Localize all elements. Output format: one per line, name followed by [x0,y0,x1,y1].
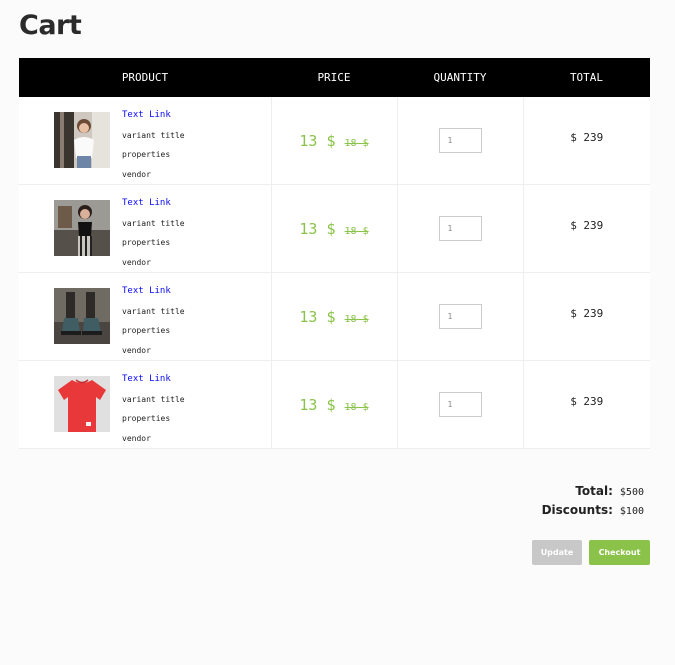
product-cell: Text Link variant title properties vendo… [19,97,272,185]
quantity-cell [397,184,524,273]
quantity-input[interactable] [438,216,482,241]
cart-summary: Total: $500 Discounts: $100 [542,480,644,518]
product-info: Text Link variant title properties vendo… [122,282,185,360]
product-properties: properties [122,150,171,159]
product-vendor: vendor [122,169,151,179]
price-old: 18 $ [344,137,369,149]
total-cell: $ 239 [523,360,650,449]
table-row: Text Link variant title properties vendo… [19,184,650,273]
variant-title: variant title [122,306,185,316]
quantity-cell [397,272,524,361]
total-cell: $ 239 [523,184,650,273]
price-current: 13 $ [299,131,336,150]
total-row: Total: $500 [542,480,644,499]
price-current: 13 $ [299,219,336,238]
variant-title: variant title [122,218,185,228]
table-header-row: PRODUCT PRICE QUANTITY TOTAL [19,58,650,97]
product-cell: Text Link variant title properties vendo… [19,360,272,449]
header-product: PRODUCT [19,58,271,97]
product-link[interactable]: Text Link [122,370,185,390]
cart-table: PRODUCT PRICE QUANTITY TOTAL Text Link v… [19,58,650,449]
product-info: Text Link variant title properties vendo… [122,370,185,448]
discounts-value: $100 [619,506,644,517]
quantity-cell [397,360,524,449]
product-image[interactable] [54,112,110,168]
page-title: Cart [19,10,82,41]
total-cell: $ 239 [523,272,650,361]
product-properties: properties [122,414,171,423]
header-quantity: QUANTITY [397,58,523,97]
product-image[interactable] [54,376,110,432]
header-total: TOTAL [523,58,650,97]
discounts-label: Discounts: [541,503,613,517]
total-label: Total: [575,484,613,498]
header-price: PRICE [271,58,397,97]
discounts-row: Discounts: $100 [542,499,644,518]
price-old: 18 $ [344,225,369,237]
price-old: 18 $ [344,401,369,413]
product-properties: properties [122,238,171,247]
price-cell: 13 $ 18 $ [271,360,398,449]
quantity-input[interactable] [438,304,482,329]
product-info: Text Link variant title properties vendo… [122,194,185,272]
table-row: Text Link variant title properties vendo… [19,360,650,449]
product-vendor: vendor [122,433,151,443]
line-total: $ 239 [570,131,604,144]
quantity-input[interactable] [438,392,482,417]
line-total: $ 239 [570,395,604,408]
product-link[interactable]: Text Link [122,106,185,126]
variant-title: variant title [122,130,185,140]
product-info: Text Link variant title properties vendo… [122,106,185,184]
price-current: 13 $ [299,307,336,326]
quantity-input[interactable] [438,128,482,153]
product-vendor: vendor [122,345,151,355]
table-row: Text Link variant title properties vendo… [19,97,650,185]
product-image[interactable] [54,200,110,256]
product-image[interactable] [54,288,110,344]
price-current: 13 $ [299,395,336,414]
product-link[interactable]: Text Link [122,194,185,214]
line-total: $ 239 [570,219,604,232]
line-total: $ 239 [570,307,604,320]
variant-title: variant title [122,394,185,404]
checkout-button[interactable]: Checkout [589,540,650,565]
update-button[interactable]: Update [532,540,582,565]
price-cell: 13 $ 18 $ [271,97,398,185]
product-cell: Text Link variant title properties vendo… [19,184,272,273]
table-row: Text Link variant title properties vendo… [19,272,650,361]
price-cell: 13 $ 18 $ [271,272,398,361]
quantity-cell [397,97,524,185]
product-properties: properties [122,326,171,335]
product-vendor: vendor [122,257,151,267]
total-cell: $ 239 [523,97,650,185]
product-cell: Text Link variant title properties vendo… [19,272,272,361]
price-cell: 13 $ 18 $ [271,184,398,273]
price-old: 18 $ [344,313,369,325]
product-link[interactable]: Text Link [122,282,185,302]
